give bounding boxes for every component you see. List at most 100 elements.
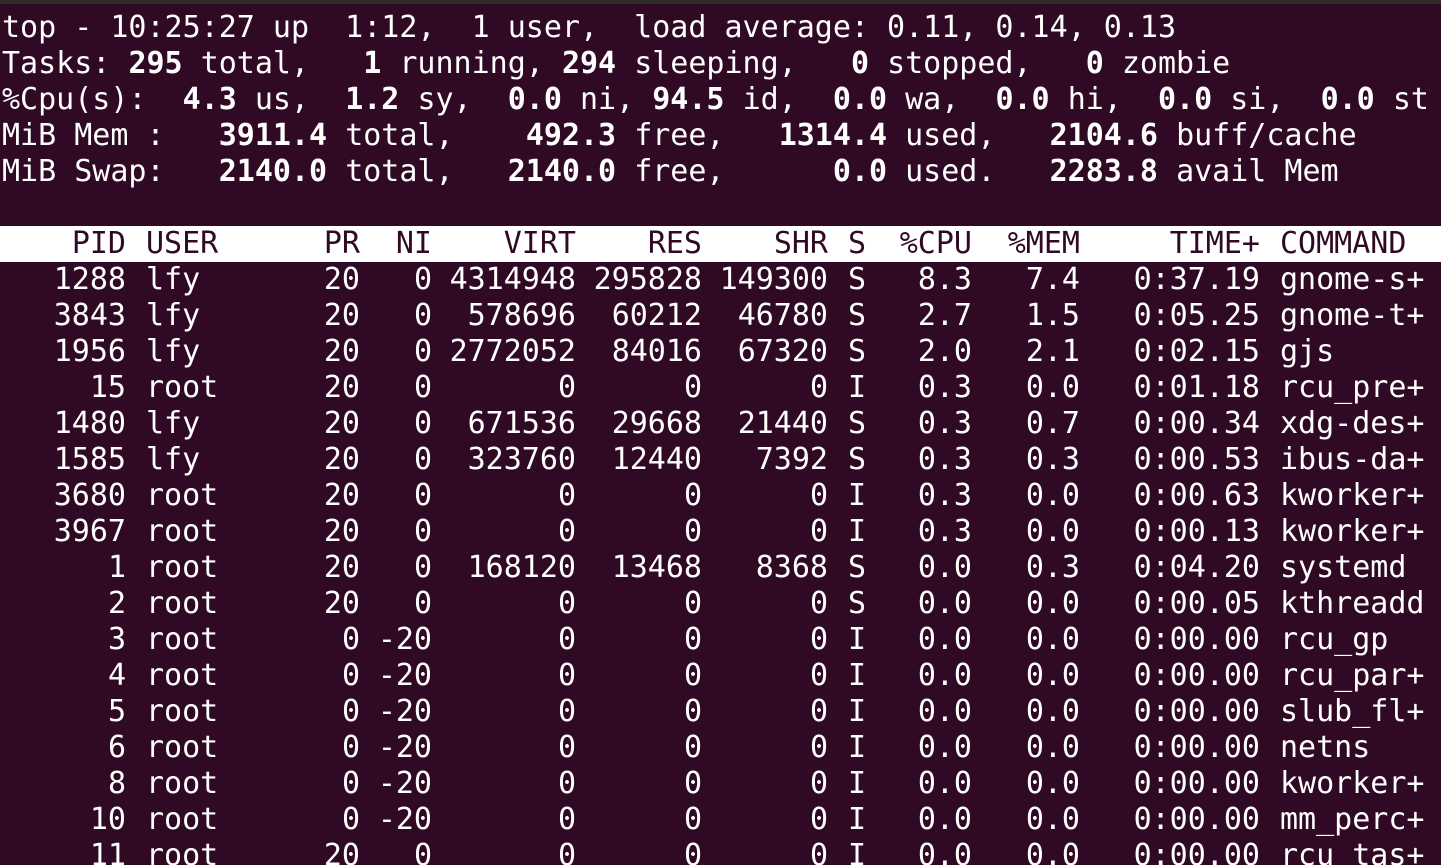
cell-command: slub_fl+ — [1280, 694, 1425, 729]
cell-virt: 2772052 — [449, 334, 576, 369]
cell-pid: 3680 — [53, 478, 126, 513]
cell-cpu: 0.0 — [917, 550, 972, 585]
cell-virt: 0 — [557, 694, 576, 729]
cell-pid: 4 — [107, 658, 126, 693]
cell-virt: 0 — [557, 586, 576, 621]
cell-cpu: 0.0 — [917, 802, 972, 837]
cell-virt: 168120 — [467, 550, 576, 585]
process-table-header[interactable]: PID USER PR NI VIRT RES SHR S %CPU %MEM TIME+ COMMA… — [0, 226, 1441, 262]
cell-ni: -20 — [377, 622, 432, 657]
cpu-st: 0.0 — [1320, 82, 1375, 117]
process-table-body: 1288 lfy 20 0 4314948 295828 149300 S 8.3 7.4 0:37… — [2, 262, 1441, 865]
cell-time: 0:37.19 — [1133, 262, 1260, 297]
process-row: 3967 root 20 0 0 0 0 I 0.3 0.0 0:00.13 kworker+ — [0, 514, 1441, 550]
cell-cpu: 0.0 — [917, 622, 972, 657]
column-header-user[interactable]: USER — [146, 226, 218, 262]
column-header-ni[interactable]: NI — [396, 226, 432, 262]
swap-label: MiB Swap: — [2, 154, 165, 189]
cell-res: 0 — [683, 802, 702, 837]
column-header-cpu[interactable]: %CPU — [900, 226, 972, 262]
cell-shr: 8368 — [755, 550, 828, 585]
summary-tasks-line: Tasks: 295 total, 1 running, 294 sleepin… — [2, 46, 1441, 82]
process-row: 10 root 0 -20 0 0 0 I 0.0 0.0 0:00.00 mm_perc+ — [0, 802, 1441, 838]
cell-user: root — [146, 730, 219, 765]
cell-pr: 20 — [323, 262, 360, 297]
cell-time: 0:01.18 — [1133, 370, 1260, 405]
cell-time: 0:05.25 — [1133, 298, 1260, 333]
cell-res: 0 — [683, 658, 702, 693]
cell-cpu: 8.3 — [917, 262, 972, 297]
cell-user: lfy — [146, 406, 201, 441]
cpu-wa-label: wa, — [905, 82, 960, 117]
cell-virt: 0 — [557, 478, 576, 513]
cell-mem: 0.3 — [1025, 442, 1080, 477]
cell-pid: 1480 — [53, 406, 126, 441]
cell-shr: 0 — [809, 370, 828, 405]
cell-cpu: 0.0 — [917, 694, 972, 729]
cell-shr: 0 — [809, 658, 828, 693]
cell-command: rcu_tas+ — [1280, 838, 1425, 865]
cell-state: I — [848, 802, 867, 837]
cell-mem: 1.5 — [1025, 298, 1080, 333]
cell-pr: 0 — [341, 622, 360, 657]
cell-state: I — [848, 370, 867, 405]
cell-shr: 0 — [809, 478, 828, 513]
cell-time: 0:00.00 — [1133, 838, 1260, 865]
cell-command: gnome-s+ — [1280, 262, 1425, 297]
cell-ni: 0 — [413, 298, 432, 333]
cell-state: S — [848, 442, 867, 477]
cell-pid: 1956 — [53, 334, 126, 369]
tasks-zombie-label: zombie — [1121, 46, 1231, 81]
cell-state: I — [848, 838, 867, 865]
cpu-ni-label: ni, — [580, 82, 635, 117]
cell-time: 0:00.00 — [1133, 622, 1260, 657]
cell-shr: 0 — [809, 730, 828, 765]
column-header-pr[interactable]: PR — [324, 226, 360, 262]
cell-mem: 0.0 — [1025, 694, 1080, 729]
cell-res: 0 — [683, 838, 702, 865]
cell-time: 0:00.00 — [1133, 802, 1260, 837]
terminal-output[interactable]: top - 10:25:27 up 1:12, 1 user, load ave… — [0, 10, 1441, 865]
cell-pr: 0 — [341, 694, 360, 729]
tasks-sleeping-label: sleeping, — [634, 46, 797, 81]
swap-total-label: total, — [345, 154, 454, 189]
column-header-mem[interactable]: %MEM — [1008, 226, 1080, 262]
column-header-state[interactable]: S — [848, 226, 866, 262]
cell-pr: 20 — [323, 442, 360, 477]
cell-shr: 0 — [809, 622, 828, 657]
swap-avail: 2283.8 — [1049, 154, 1158, 189]
cell-command: kthreadd — [1280, 586, 1425, 621]
column-header-time[interactable]: TIME+ — [1170, 226, 1260, 262]
cell-user: root — [146, 802, 219, 837]
cell-mem: 0.0 — [1025, 478, 1080, 513]
cell-time: 0:00.34 — [1133, 406, 1260, 441]
swap-free-label: free, — [634, 154, 725, 189]
column-header-pid[interactable]: PID — [72, 226, 126, 262]
cell-state: I — [848, 514, 867, 549]
cell-pid: 11 — [89, 838, 126, 865]
cpu-us: 4.3 — [182, 82, 237, 117]
cell-shr: 149300 — [719, 262, 828, 297]
process-row: 15 root 20 0 0 0 0 I 0.3 0.0 0:01.18 rcu_pre+ — [0, 370, 1441, 406]
cell-time: 0:00.63 — [1133, 478, 1260, 513]
cell-res: 0 — [683, 694, 702, 729]
cell-virt: 0 — [557, 730, 576, 765]
column-header-shr[interactable]: SHR — [774, 226, 828, 262]
cell-virt: 0 — [557, 370, 576, 405]
cell-cpu: 2.7 — [917, 298, 972, 333]
cell-pid: 1585 — [53, 442, 126, 477]
cell-time: 0:02.15 — [1133, 334, 1260, 369]
cell-mem: 0.0 — [1025, 622, 1080, 657]
cell-user: root — [146, 838, 219, 865]
cell-state: I — [848, 478, 867, 513]
cell-mem: 2.1 — [1025, 334, 1080, 369]
cell-cpu: 0.0 — [917, 586, 972, 621]
cell-command: gnome-t+ — [1280, 298, 1425, 333]
column-header-virt[interactable]: VIRT — [504, 226, 576, 262]
cell-pid: 3 — [107, 622, 126, 657]
column-header-res[interactable]: RES — [648, 226, 702, 262]
column-header-command[interactable]: COMMAND — [1280, 226, 1406, 262]
cell-pid: 8 — [107, 766, 126, 801]
cell-virt: 578696 — [467, 298, 576, 333]
cell-shr: 21440 — [737, 406, 828, 441]
